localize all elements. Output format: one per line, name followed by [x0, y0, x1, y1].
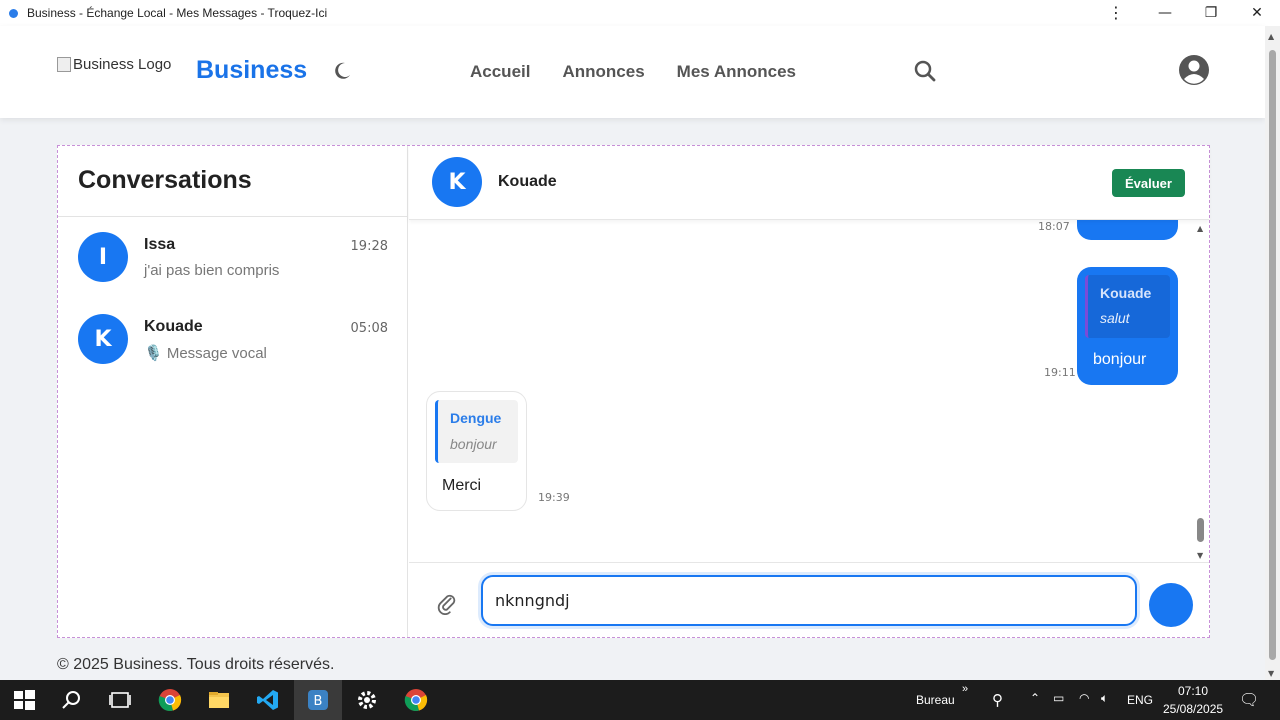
- svg-text:B: B: [314, 694, 323, 709]
- clock-date[interactable]: 25/08/2025: [1163, 702, 1223, 716]
- reply-quote: Kouade salut: [1085, 275, 1170, 338]
- battery-icon[interactable]: ▭: [1053, 691, 1064, 705]
- conversation-item[interactable]: K Kouade 05:08 🎙️ Message vocal: [78, 314, 388, 370]
- message-bubble-out[interactable]: Kouade salut bonjour: [1077, 267, 1178, 385]
- clock-time[interactable]: 07:10: [1178, 684, 1208, 698]
- window-title: Business - Échange Local - Mes Messages …: [27, 6, 328, 20]
- task-view-icon[interactable]: [108, 688, 132, 712]
- vscode-icon[interactable]: [256, 688, 280, 712]
- rate-button[interactable]: Évaluer: [1112, 169, 1185, 197]
- scrollbar-thumb[interactable]: [1197, 518, 1204, 542]
- message-time: 18:07: [1038, 220, 1070, 233]
- conversation-preview: j'ai pas bien compris: [144, 262, 280, 279]
- nav-accueil[interactable]: Accueil: [470, 62, 530, 82]
- os-taskbar: B Bureau » ⚲ ⌃ ▭ ◠ 🔈︎ ENG 07:10 25/08/20…: [0, 680, 1280, 720]
- message-time: 19:39: [538, 491, 570, 504]
- scrollbar-thumb[interactable]: [1269, 50, 1276, 660]
- contact-name: Kouade: [498, 173, 557, 190]
- conversation-time: 19:28: [350, 239, 388, 254]
- window-titlebar: Business - Échange Local - Mes Messages …: [0, 0, 1280, 26]
- conversation-preview: 🎙️ Message vocal: [144, 345, 267, 362]
- chrome-icon[interactable]: [404, 688, 428, 712]
- scroll-down-arrow-icon[interactable]: ▼: [1197, 551, 1203, 560]
- message-input[interactable]: [481, 575, 1137, 626]
- scroll-up-arrow-icon[interactable]: ▲: [1197, 224, 1203, 233]
- contact-avatar: K: [432, 157, 482, 207]
- user-account-icon[interactable]: [1179, 55, 1209, 85]
- brand-name[interactable]: Business: [196, 56, 307, 85]
- search-icon[interactable]: [914, 60, 936, 82]
- chevron-up-icon[interactable]: ⌃: [1030, 691, 1040, 705]
- site-header: Business Logo Business Accueil Annonces …: [0, 26, 1265, 118]
- quote-text: salut: [1100, 310, 1130, 326]
- quote-text: bonjour: [450, 436, 497, 452]
- business-app-icon[interactable]: B: [306, 688, 330, 712]
- message-composer: [409, 562, 1209, 637]
- close-button[interactable]: ✕: [1234, 0, 1280, 26]
- app-icon: [9, 8, 18, 18]
- reply-quote: Dengue bonjour: [435, 400, 518, 463]
- scroll-down-arrow-icon[interactable]: ▼: [1268, 669, 1274, 678]
- conversations-sidebar: Conversations I Issa 19:28 j'ai pas bien…: [58, 146, 408, 637]
- chat-main: K Kouade Évaluer 18:07 Kouade salut bonj…: [409, 146, 1209, 637]
- message-time: 19:11: [1044, 366, 1076, 379]
- volume-icon[interactable]: 🔈︎: [1101, 691, 1108, 706]
- desktop-toolbar-label[interactable]: Bureau: [916, 693, 955, 707]
- logo-alt-text: Business Logo: [73, 56, 172, 73]
- logo[interactable]: Business Logo: [57, 56, 171, 73]
- conversation-item[interactable]: I Issa 19:28 j'ai pas bien compris: [78, 232, 388, 288]
- conversation-name: Issa: [144, 236, 176, 253]
- settings-gear-icon[interactable]: [355, 688, 379, 712]
- nav-annonces[interactable]: Annonces: [562, 62, 644, 82]
- message-bubble-out[interactable]: [1077, 220, 1178, 240]
- paperclip-icon[interactable]: [436, 593, 458, 615]
- restore-button[interactable]: ❐: [1188, 0, 1234, 26]
- send-button[interactable]: [1149, 583, 1193, 627]
- network-icon[interactable]: ◠: [1079, 691, 1089, 705]
- main-nav: Accueil Annonces Mes Annonces: [470, 62, 796, 82]
- windows-start-icon[interactable]: [12, 688, 36, 712]
- file-explorer-icon[interactable]: [207, 688, 231, 712]
- broken-image-icon: [57, 57, 71, 72]
- message-text: Merci: [442, 477, 482, 494]
- chat-container: Conversations I Issa 19:28 j'ai pas bien…: [57, 145, 1210, 638]
- footer-copyright: © 2025 Business. Tous droits réservés.: [57, 656, 335, 673]
- chat-header: K Kouade Évaluer: [409, 146, 1209, 220]
- message-text: bonjour: [1093, 351, 1147, 368]
- language-indicator[interactable]: ENG: [1127, 693, 1153, 707]
- scroll-up-arrow-icon[interactable]: ▲: [1268, 32, 1274, 41]
- page-scrollbar[interactable]: ▲ ▼: [1265, 26, 1280, 680]
- chrome-icon[interactable]: [158, 688, 182, 712]
- quote-author: Kouade: [1100, 285, 1152, 301]
- minimize-button[interactable]: —: [1142, 0, 1188, 26]
- conversation-time: 05:08: [350, 321, 388, 336]
- messages-area[interactable]: 18:07 Kouade salut bonjour 19:11 Dengue …: [409, 220, 1209, 562]
- conversation-name: Kouade: [144, 318, 203, 335]
- avatar: K: [78, 314, 128, 364]
- quote-author: Dengue: [450, 410, 502, 426]
- conversations-title: Conversations: [78, 166, 252, 194]
- message-bubble-in[interactable]: Dengue bonjour Merci: [426, 391, 527, 511]
- more-options-icon[interactable]: ⋮: [1108, 4, 1124, 22]
- people-icon[interactable]: ⚲: [992, 691, 1003, 709]
- messages-scrollbar[interactable]: ▲ ▼: [1194, 220, 1209, 562]
- chevron-right-icon[interactable]: »: [962, 683, 968, 695]
- search-icon[interactable]: [60, 688, 84, 712]
- moon-icon[interactable]: [332, 61, 352, 81]
- nav-mes-annonces[interactable]: Mes Annonces: [677, 62, 796, 82]
- avatar: I: [78, 232, 128, 282]
- notifications-icon[interactable]: 🗨︎: [1239, 690, 1259, 710]
